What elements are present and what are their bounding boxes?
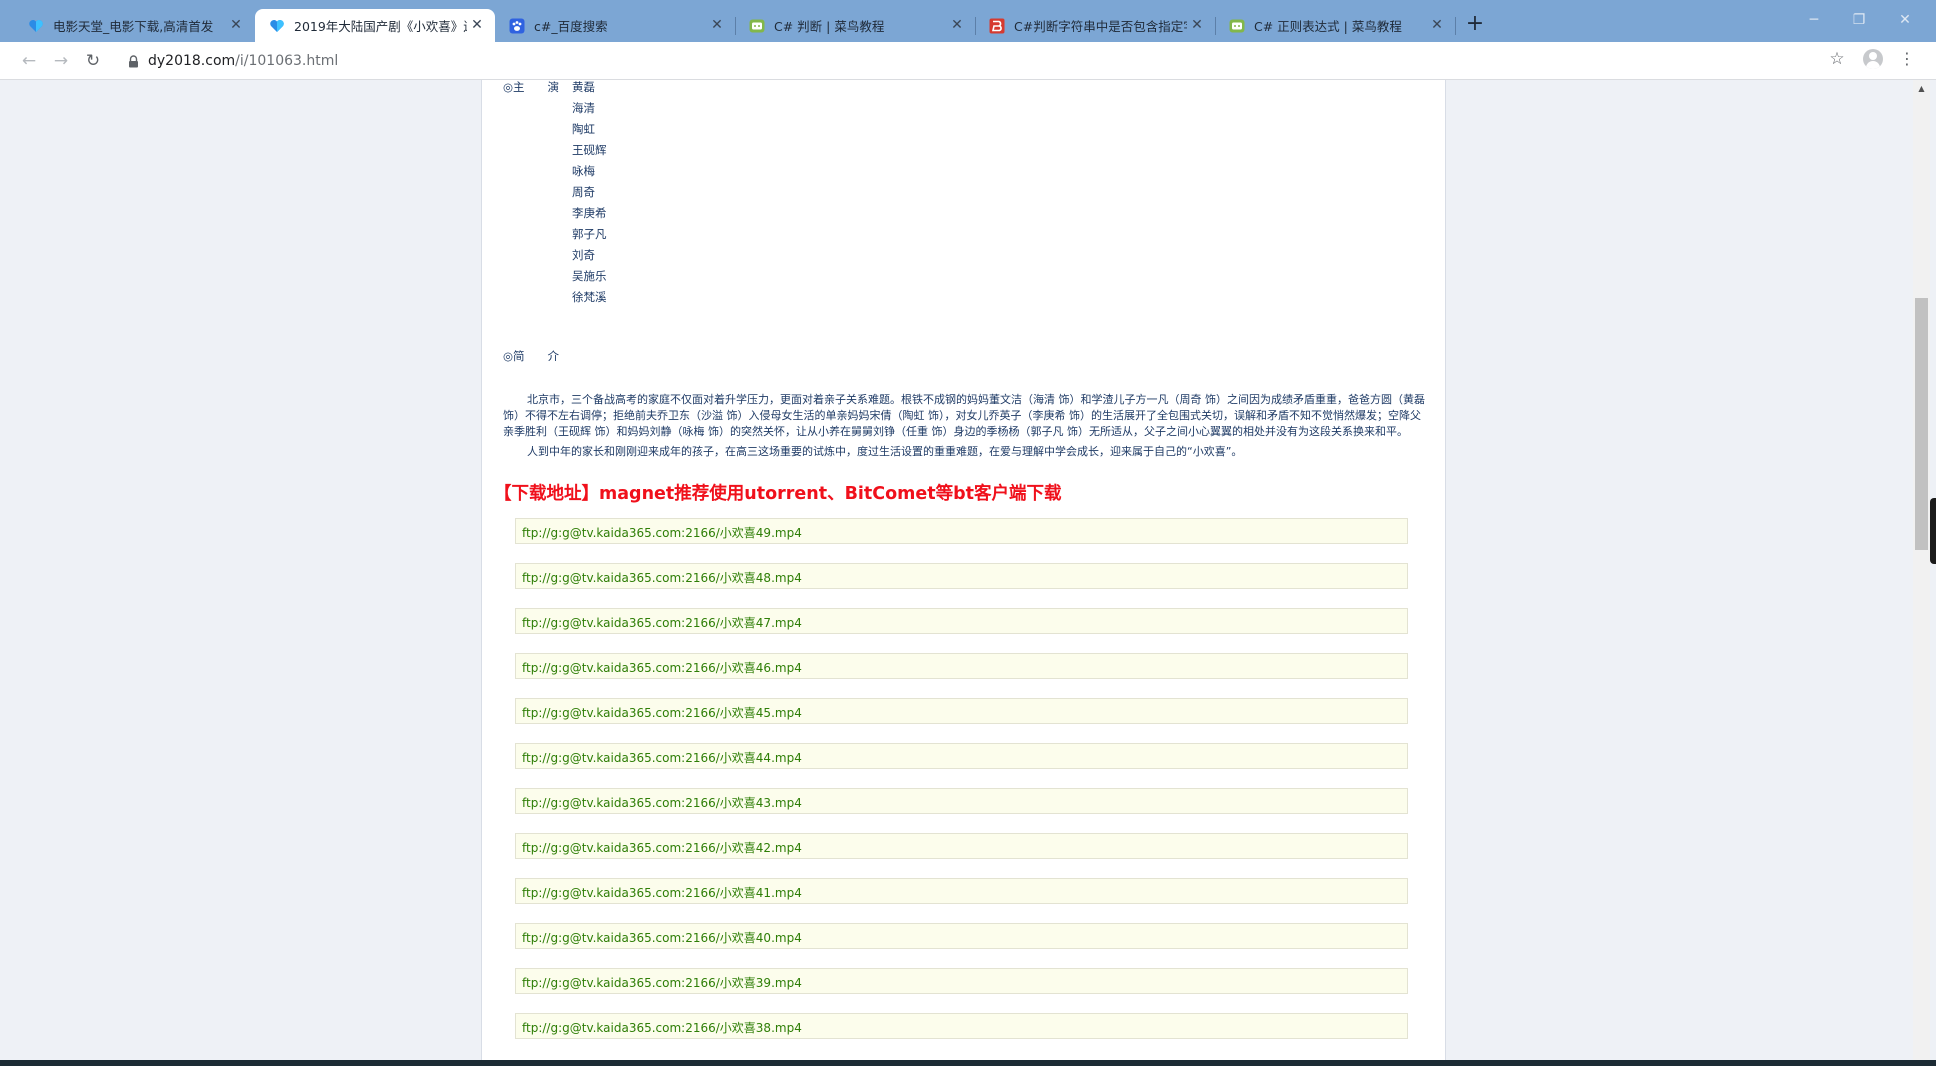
download-link[interactable]: ftp://g:g@tv.kaida365.com:2166/小欢喜46.mp4 xyxy=(522,659,802,676)
tab-runoob-regex[interactable]: C# 正则表达式 | 菜鸟教程 ✕ xyxy=(1215,9,1455,42)
download-link-row[interactable]: ftp://g:g@tv.kaida365.com:2166/小欢喜45.mp4 xyxy=(515,698,1408,724)
close-tab-icon[interactable]: ✕ xyxy=(228,17,244,33)
cast-member: 王砚辉 xyxy=(572,143,607,157)
minimize-icon[interactable]: ─ xyxy=(1796,8,1832,32)
reload-icon[interactable]: ↻ xyxy=(82,50,104,72)
address-url: dy2018.com/i/101063.html xyxy=(148,53,338,69)
page-viewport: ◎主 演 黄磊 海清 陶虹 王砚辉 咏梅 周奇 李庚希 郭子凡 刘奇 吴施乐 徐… xyxy=(7,80,1913,1060)
close-tab-icon[interactable]: ✕ xyxy=(469,17,485,33)
download-heading: 【下载地址】magnet推荐使用utorrent、BitComet等bt客户端下… xyxy=(494,484,1062,504)
download-link[interactable]: ftp://g:g@tv.kaida365.com:2166/小欢喜42.mp4 xyxy=(522,839,802,856)
new-tab-button[interactable]: + xyxy=(1463,12,1487,36)
runoob-icon xyxy=(1229,18,1245,34)
tab-title: 电影天堂_电影下载,高清首发 xyxy=(53,19,214,34)
url-domain: dy2018.com xyxy=(148,53,236,69)
os-taskbar xyxy=(0,1060,1936,1066)
download-link[interactable]: ftp://g:g@tv.kaida365.com:2166/小欢喜44.mp4 xyxy=(522,749,802,766)
intro-label: ◎简 介 xyxy=(503,349,560,363)
cast-member: 李庚希 xyxy=(572,206,607,220)
tab-title: C# 判断 | 菜鸟教程 xyxy=(774,19,885,34)
lock-icon xyxy=(128,53,139,72)
download-link[interactable]: ftp://g:g@tv.kaida365.com:2166/小欢喜41.mp4 xyxy=(522,884,802,901)
side-panel-handle[interactable] xyxy=(1930,498,1936,564)
download-link-row[interactable]: ftp://g:g@tv.kaida365.com:2166/小欢喜40.mp4 xyxy=(515,923,1408,949)
cast-member: 徐梵溪 xyxy=(572,290,607,304)
tab-title: C#判断字符串中是否包含指定字 xyxy=(1014,19,1187,34)
download-link-row[interactable]: ftp://g:g@tv.kaida365.com:2166/小欢喜42.mp4 xyxy=(515,833,1408,859)
download-link-row[interactable]: ftp://g:g@tv.kaida365.com:2166/小欢喜38.mp4 xyxy=(515,1013,1408,1039)
address-bar[interactable]: dy2018.com/i/101063.html xyxy=(118,47,1831,75)
download-link-row[interactable]: ftp://g:g@tv.kaida365.com:2166/小欢喜44.mp4 xyxy=(515,743,1408,769)
cast-member: 海清 xyxy=(572,101,595,115)
download-link-row[interactable]: ftp://g:g@tv.kaida365.com:2166/小欢喜49.mp4 xyxy=(515,518,1408,544)
article-content: ◎主 演 黄磊 海清 陶虹 王砚辉 咏梅 周奇 李庚希 郭子凡 刘奇 吴施乐 徐… xyxy=(481,80,1446,1060)
download-link[interactable]: ftp://g:g@tv.kaida365.com:2166/小欢喜40.mp4 xyxy=(522,929,802,946)
cast-member: 刘奇 xyxy=(572,248,595,262)
download-link[interactable]: ftp://g:g@tv.kaida365.com:2166/小欢喜43.mp4 xyxy=(522,794,802,811)
browser-toolbar: ← → ↻ dy2018.com/i/101063.html xyxy=(0,42,1936,80)
download-link-row[interactable]: ftp://g:g@tv.kaida365.com:2166/小欢喜48.mp4 xyxy=(515,563,1408,589)
download-link[interactable]: ftp://g:g@tv.kaida365.com:2166/小欢喜49.mp4 xyxy=(522,524,802,541)
cast-member: 陶虹 xyxy=(572,122,595,136)
url-path: /i/101063.html xyxy=(235,53,339,69)
dytt-heart-icon xyxy=(28,18,44,34)
cast-label: ◎主 演 xyxy=(503,80,560,94)
download-link[interactable]: ftp://g:g@tv.kaida365.com:2166/小欢喜38.mp4 xyxy=(522,1019,802,1036)
close-tab-icon[interactable]: ✕ xyxy=(1189,17,1205,33)
tab-runoob-csharp-decision[interactable]: C# 判断 | 菜鸟教程 ✕ xyxy=(735,9,975,42)
baidu-paw-icon xyxy=(509,18,525,34)
tab-csdn-contains[interactable]: C#判断字符串中是否包含指定字 ✕ xyxy=(975,9,1215,42)
download-link-row[interactable]: ftp://g:g@tv.kaida365.com:2166/小欢喜43.mp4 xyxy=(515,788,1408,814)
restore-icon[interactable]: ❐ xyxy=(1841,8,1877,32)
tab-xiaohuanxi[interactable]: 2019年大陆国产剧《小欢喜》连 ✕ xyxy=(255,9,495,42)
tab-divider xyxy=(1455,17,1456,35)
kebab-menu-icon[interactable]: ⋮ xyxy=(1897,48,1917,70)
synopsis-paragraph: 北京市，三个备战高考的家庭不仅面对着升学压力，更面对着亲子关系难题。根铁不成钢的… xyxy=(503,393,1425,438)
tab-title: 2019年大陆国产剧《小欢喜》连 xyxy=(294,19,467,34)
cast-member: 黄磊 xyxy=(572,80,595,94)
synopsis-paragraph: 人到中年的家长和刚刚迎来成年的孩子，在高三这场重要的试炼中，度过生活设置的重重难… xyxy=(527,445,1243,458)
download-link-row[interactable]: ftp://g:g@tv.kaida365.com:2166/小欢喜46.mp4 xyxy=(515,653,1408,679)
download-link[interactable]: ftp://g:g@tv.kaida365.com:2166/小欢喜48.mp4 xyxy=(522,569,802,586)
tab-strip: 电影天堂_电影下载,高清首发 ✕ 2019年大陆国产剧《小欢喜》连 ✕ c#_百… xyxy=(0,0,1936,42)
tab-dytt-home[interactable]: 电影天堂_电影下载,高清首发 ✕ xyxy=(14,9,254,42)
close-tab-icon[interactable]: ✕ xyxy=(709,17,725,33)
synopsis: 北京市，三个备战高考的家庭不仅面对着升学压力，更面对着亲子关系难题。根铁不成钢的… xyxy=(503,392,1426,464)
cast-member: 吴施乐 xyxy=(572,269,607,283)
download-link-row[interactable]: ftp://g:g@tv.kaida365.com:2166/小欢喜41.mp4 xyxy=(515,878,1408,904)
scrollbar-thumb[interactable] xyxy=(1915,298,1928,550)
download-link[interactable]: ftp://g:g@tv.kaida365.com:2166/小欢喜45.mp4 xyxy=(522,704,802,721)
cast-member: 郭子凡 xyxy=(572,227,607,241)
tab-title: C# 正则表达式 | 菜鸟教程 xyxy=(1254,19,1402,34)
download-link-row[interactable]: ftp://g:g@tv.kaida365.com:2166/小欢喜39.mp4 xyxy=(515,968,1408,994)
scroll-up-arrow-icon[interactable]: ▲ xyxy=(1913,80,1930,97)
cast-member: 周奇 xyxy=(572,185,595,199)
tab-baidu-search[interactable]: c#_百度搜索 ✕ xyxy=(495,9,735,42)
profile-avatar-icon[interactable] xyxy=(1863,49,1883,69)
back-arrow-icon[interactable]: ← xyxy=(18,50,40,72)
window-close-icon[interactable]: ✕ xyxy=(1887,8,1923,32)
forward-arrow-icon[interactable]: → xyxy=(50,50,72,72)
cast-member: 咏梅 xyxy=(572,164,595,178)
download-link[interactable]: ftp://g:g@tv.kaida365.com:2166/小欢喜47.mp4 xyxy=(522,614,802,631)
dytt-heart-icon xyxy=(269,18,285,34)
bookmark-star-icon[interactable]: ☆ xyxy=(1826,48,1848,70)
tab-title: c#_百度搜索 xyxy=(534,19,608,34)
download-link-row[interactable]: ftp://g:g@tv.kaida365.com:2166/小欢喜47.mp4 xyxy=(515,608,1408,634)
close-tab-icon[interactable]: ✕ xyxy=(949,17,965,33)
csdn-icon xyxy=(989,18,1005,34)
runoob-icon xyxy=(749,18,765,34)
vertical-scrollbar[interactable]: ▲ xyxy=(1913,80,1930,1060)
download-link[interactable]: ftp://g:g@tv.kaida365.com:2166/小欢喜39.mp4 xyxy=(522,974,802,991)
close-tab-icon[interactable]: ✕ xyxy=(1429,17,1445,33)
